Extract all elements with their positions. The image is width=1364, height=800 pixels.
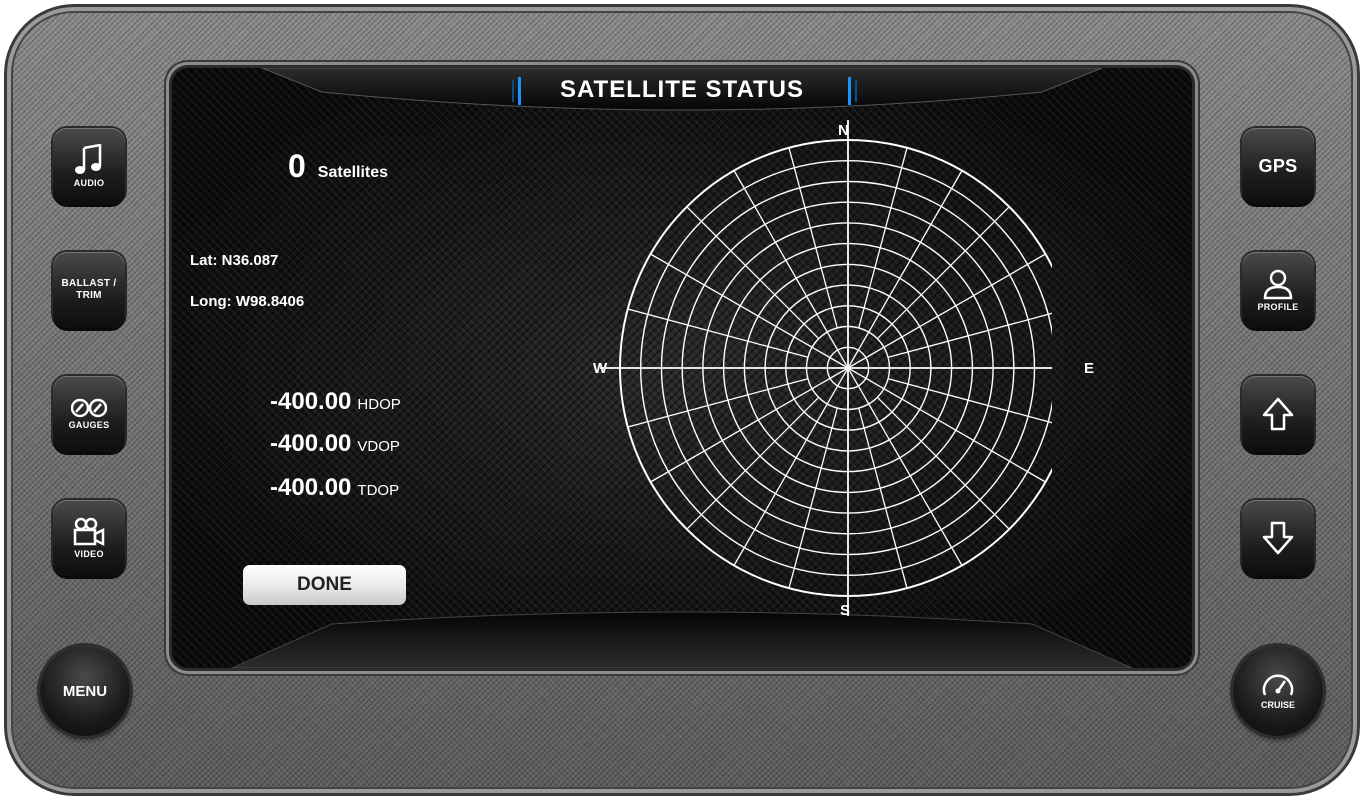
sky-plot-spoke xyxy=(876,206,1010,340)
menu-button[interactable]: MENU xyxy=(40,646,130,736)
arrow-up-icon xyxy=(1262,397,1294,431)
sky-plot-spoke xyxy=(788,407,838,589)
sky-plot-spoke xyxy=(627,308,809,358)
tdop-value: -400.00 xyxy=(270,474,352,501)
music-note-icon xyxy=(75,144,102,174)
display-screen: SATELLITE STATUS 0 Satellites Lat: N36.0… xyxy=(172,68,1192,668)
ballast-trim-button-label: BALLAST / TRIM xyxy=(61,278,117,301)
sky-plot-spoke xyxy=(650,253,849,369)
satellite-count: 0 Satellites xyxy=(288,148,388,185)
vdop-readout: -400.00 VDOP xyxy=(270,430,400,458)
menu-button-label: MENU xyxy=(62,682,108,700)
latitude-text: Lat: N36.087 xyxy=(190,252,279,269)
satellite-count-label: Satellites xyxy=(317,164,389,181)
cruise-button[interactable]: CRUISE xyxy=(1233,646,1323,736)
speedometer-icon xyxy=(1262,674,1294,695)
person-icon xyxy=(1263,269,1293,300)
done-button[interactable]: DONE xyxy=(243,565,406,605)
scroll-up-button[interactable] xyxy=(1242,376,1314,452)
arrow-down-icon xyxy=(1262,521,1294,555)
hdop-value: -400.00 xyxy=(270,388,352,415)
sky-plot-spoke xyxy=(847,170,963,369)
compass-east-label: E xyxy=(1084,360,1095,377)
sky-plot-spoke xyxy=(627,378,809,428)
vdop-value: -400.00 xyxy=(270,430,352,457)
tdop-readout: -400.00 TDOP xyxy=(270,474,399,502)
sky-plot-spoke xyxy=(788,147,838,329)
sky-plot-spoke xyxy=(858,407,908,589)
satellite-count-value: 0 xyxy=(288,148,306,184)
tdop-unit: TDOP xyxy=(357,482,400,499)
screen-title: SATELLITE STATUS xyxy=(560,76,804,103)
audio-button[interactable]: AUDIO xyxy=(53,128,125,204)
hdop-unit: HDOP xyxy=(357,396,401,413)
gauges-button-label: GAUGES xyxy=(68,420,110,430)
sky-plot-spoke xyxy=(686,206,820,340)
video-camera-icon xyxy=(73,517,105,547)
satellite-sky-plot xyxy=(600,120,1052,616)
sky-plot-spoke xyxy=(876,396,1010,530)
compass-north-label: N xyxy=(838,122,849,139)
gauges-icon xyxy=(71,398,107,418)
sky-plot-spoke xyxy=(847,253,1046,369)
scroll-down-button[interactable] xyxy=(1242,500,1314,576)
hdop-readout: -400.00 HDOP xyxy=(270,388,401,416)
compass-west-label: W xyxy=(593,360,608,377)
sky-plot-spoke xyxy=(847,367,1046,483)
profile-button[interactable]: PROFILE xyxy=(1242,252,1314,328)
gps-button-label: GPS xyxy=(1258,155,1298,176)
video-button-label: VIDEO xyxy=(74,549,104,559)
sky-plot-spoke xyxy=(733,367,849,566)
sky-plot-spoke xyxy=(650,367,849,483)
sky-plot-spoke xyxy=(733,170,849,369)
profile-button-label: PROFILE xyxy=(1257,302,1299,312)
sky-plot-spoke xyxy=(686,396,820,530)
longitude-text: Long: W98.8406 xyxy=(190,293,305,310)
gauges-button[interactable]: GAUGES xyxy=(53,376,125,452)
gps-button[interactable]: GPS xyxy=(1242,128,1314,204)
video-button[interactable]: VIDEO xyxy=(53,500,125,576)
sky-plot-spoke xyxy=(858,147,908,329)
vdop-unit: VDOP xyxy=(357,438,400,455)
compass-south-label: S xyxy=(840,602,851,619)
ballast-trim-button[interactable]: BALLAST / TRIM xyxy=(53,252,125,328)
cruise-button-label: CRUISE xyxy=(1260,699,1295,710)
audio-button-label: AUDIO xyxy=(73,178,105,188)
sky-plot-spoke xyxy=(847,367,963,566)
title-bar: SATELLITE STATUS xyxy=(172,68,1192,128)
